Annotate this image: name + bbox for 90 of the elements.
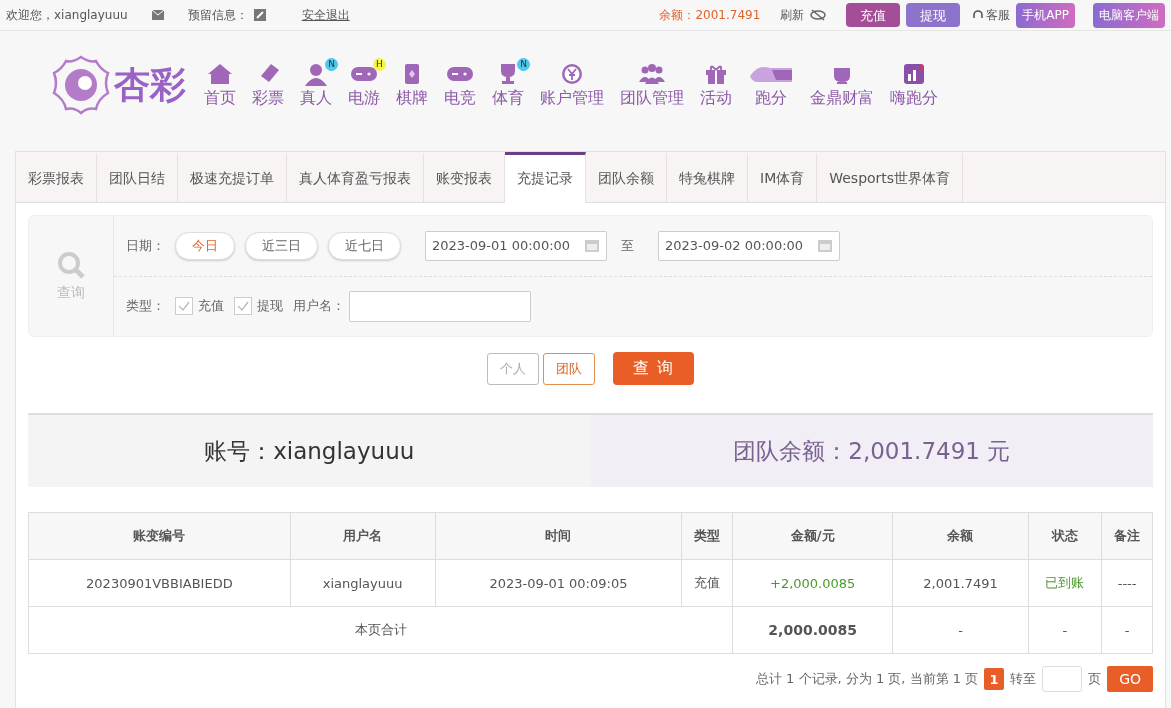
nav-item[interactable]: 电竞 [438,61,482,109]
logout-link[interactable]: 安全退出 [301,6,350,24]
start-date-field[interactable]: 2023-09-01 00:00:00 [425,230,607,261]
date-range-button[interactable]: 近七日 [328,231,401,260]
search-icon [56,250,86,280]
report-tab[interactable]: Wesports世界体育 [817,152,964,202]
withdraw-button[interactable]: 提现 [906,3,961,27]
report-tab[interactable]: 充提记录 [505,152,586,203]
table-cell: - [1101,606,1153,654]
calendar-icon[interactable] [584,237,600,254]
report-tab[interactable]: 特兔棋牌 [667,152,748,202]
report-tab[interactable]: IM体育 [748,152,818,202]
checkbox[interactable] [234,297,252,316]
table-cell: 2,000.0085 [732,606,893,654]
mail-icon[interactable] [151,10,164,20]
username-label: 用户名： [293,297,345,316]
table-cell: - [1028,606,1102,654]
table-cell: 已到账 [1028,559,1102,607]
logo-emblem-icon [52,55,110,115]
nav-item[interactable]: 活动 [694,61,738,109]
type-label: 类型： [126,297,165,316]
edit-icon[interactable] [253,9,266,21]
table-cell: - [892,606,1029,654]
page-button[interactable]: 1 [984,668,1005,690]
page-number-field[interactable] [1042,666,1083,692]
people-icon [637,61,667,86]
nav-item[interactable]: 棋牌 [390,61,434,109]
table-cell: 本页合计 [28,606,733,654]
customer-service-link[interactable]: 客服 [986,6,1011,24]
nav-item[interactable]: 团队管理 [614,61,690,109]
account-text: 账号：xianglayuuu [28,415,591,487]
report-tab[interactable]: 极速充提订单 [178,152,287,202]
headset-icon[interactable] [972,9,985,21]
date-range-button[interactable]: 今日 [175,231,235,260]
column-header: 金额/元 [732,512,893,560]
app-download-button[interactable]: 电脑客户端 [1093,2,1165,28]
balance-text: 余额：2001.7491 [659,6,761,24]
nav-item[interactable]: 金鼎财富 [804,61,880,109]
page-unit-label: 页 [1088,670,1102,688]
app-download-button[interactable]: 手机APP [1016,2,1075,28]
table-cell: 2023-09-01 00:09:05 [435,559,682,607]
nav-badge: N [325,57,338,71]
pagination-summary: 总计 1 个记录, 分为 1 页, 当前第 1 页 [756,670,979,688]
report-tab[interactable]: 团队日结 [97,152,178,202]
goto-label: 转至 [1010,670,1037,688]
search-label: 查询 [57,284,85,302]
gamepad-icon [351,66,377,81]
table-cell: 充值 [681,559,733,607]
nav-item[interactable]: 嗨跑分 [884,61,944,109]
column-header: 类型 [681,512,733,560]
deposit-button[interactable]: 充值 [846,3,901,27]
checkbox[interactable] [175,297,193,316]
checkbox-label: 充值 [198,297,224,316]
report-tab[interactable]: 真人体育盈亏报表 [287,152,424,202]
nav-badge: H [373,57,386,71]
table-cell: xianglayuuu [290,559,436,607]
to-label: 至 [621,236,634,255]
gamepad-icon [447,66,473,81]
column-header: 余额 [892,512,1029,560]
username-field[interactable] [349,290,531,322]
team-balance-text: 团队余额：2,001.7491 元 [590,415,1153,487]
nav-item[interactable]: 跑分 [742,61,800,109]
query-button[interactable]: 查 询 [613,352,694,385]
logo-text: 杏彩 [114,61,186,107]
table-cell: 20230901VBBIABIEDD [28,559,291,607]
column-header: 时间 [435,512,682,560]
nav-item[interactable]: 首页 [198,61,242,109]
table-cell: ---- [1101,559,1153,607]
column-header: 备注 [1101,512,1153,560]
calendar-icon[interactable] [817,237,833,254]
reserved-info-label: 预留信息： [187,6,248,24]
column-header: 用户名 [290,512,436,560]
welcome-text: 欢迎您，xianglayuuu [6,6,128,24]
nav-item[interactable]: 彩票 [246,61,290,109]
checkbox-label: 提现 [257,297,283,316]
column-header: 状态 [1028,512,1102,560]
end-date-field[interactable]: 2023-09-02 00:00:00 [658,230,840,261]
scope-button[interactable]: 团队 [543,352,596,385]
go-button[interactable]: GO [1107,666,1153,692]
column-header: 账变编号 [28,512,291,560]
table-cell: 2,001.7491 [892,559,1029,607]
report-tab[interactable]: 彩票报表 [16,152,97,202]
nav-item[interactable]: 账户管理 [534,61,610,109]
eye-off-icon[interactable] [810,9,827,21]
refresh-link[interactable]: 刷新 [780,6,805,24]
report-tab[interactable]: 团队余额 [586,152,667,202]
nav-badge: N [517,57,530,71]
table-cell: +2,000.0085 [732,559,893,607]
date-range-button[interactable]: 近三日 [245,231,318,260]
date-label: 日期： [126,236,165,255]
